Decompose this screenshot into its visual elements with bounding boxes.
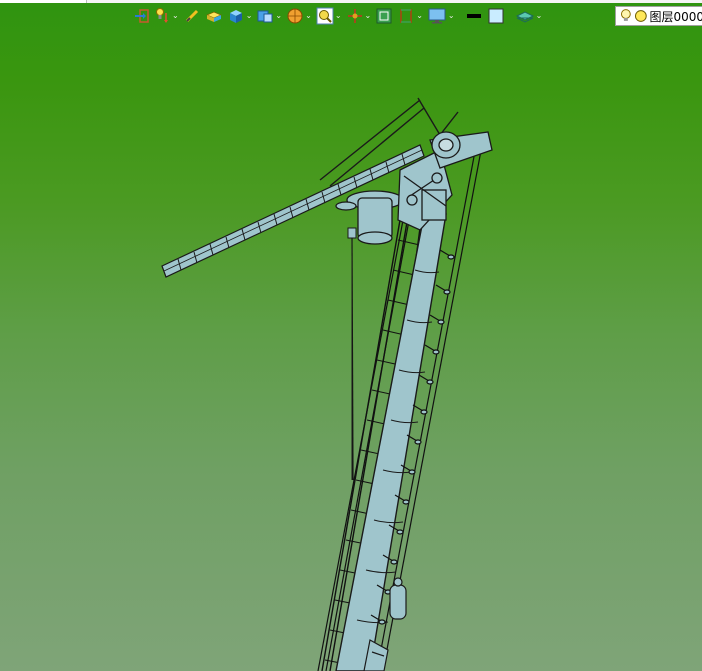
chevron-down-icon[interactable]: ⌄ bbox=[536, 5, 543, 27]
view-cube-icon bbox=[257, 10, 273, 23]
view-toolbar: ⌄ ⌄ ⌄ ⌄ ⌄ ⌄ ⌄ ⌄ ⌄ bbox=[132, 5, 543, 27]
document-tab[interactable] bbox=[0, 0, 87, 3]
section-icon bbox=[400, 9, 412, 23]
crane-model[interactable] bbox=[0, 0, 702, 671]
fit-frame-button[interactable] bbox=[374, 5, 394, 27]
box-yellow-icon bbox=[205, 11, 222, 22]
pen-icon bbox=[185, 9, 198, 23]
import-icon bbox=[135, 9, 149, 23]
chevron-down-icon[interactable]: ⌄ bbox=[365, 5, 372, 27]
frame-icon bbox=[376, 8, 392, 24]
layer-color-icon bbox=[634, 10, 647, 22]
screen-button[interactable]: ⌄ bbox=[426, 5, 456, 27]
lighting-button[interactable]: ⌄ bbox=[154, 5, 180, 27]
section-view-button[interactable]: ⌄ bbox=[396, 5, 424, 27]
sketch-button[interactable] bbox=[182, 5, 202, 27]
chevron-down-icon[interactable]: ⌄ bbox=[172, 5, 179, 27]
hook-line bbox=[347, 227, 357, 480]
cube-icon bbox=[229, 10, 242, 23]
fill-color-button[interactable] bbox=[486, 5, 506, 27]
chevron-down-icon[interactable]: ⌄ bbox=[335, 5, 342, 27]
axis-icon bbox=[347, 9, 362, 23]
line-color-button[interactable] bbox=[464, 5, 484, 27]
render-ball-icon bbox=[287, 8, 303, 24]
3d-viewport[interactable]: ⌄ ⌄ ⌄ ⌄ ⌄ ⌄ ⌄ ⌄ ⌄ 图层0000 bbox=[0, 0, 702, 671]
top-tab-strip bbox=[0, 0, 702, 3]
fill-color-icon bbox=[488, 8, 504, 24]
zoom-icon bbox=[316, 7, 334, 25]
solid-button[interactable] bbox=[204, 5, 224, 27]
chevron-down-icon[interactable]: ⌄ bbox=[305, 5, 312, 27]
chevron-down-icon[interactable]: ⌄ bbox=[275, 5, 282, 27]
chevron-down-icon[interactable]: ⌄ bbox=[246, 5, 253, 27]
layer-selector[interactable]: 图层0000 bbox=[615, 6, 702, 26]
layer-stack-icon bbox=[515, 11, 534, 23]
display-mode-button[interactable]: ⌄ bbox=[226, 5, 254, 27]
monitor-icon bbox=[428, 8, 446, 24]
light-bulb-icon bbox=[620, 9, 631, 21]
light-bulb-icon bbox=[156, 8, 168, 23]
chevron-down-icon[interactable]: ⌄ bbox=[448, 5, 455, 27]
zoom-button[interactable]: ⌄ bbox=[315, 5, 343, 27]
layer-name: 图层0000 bbox=[649, 9, 702, 24]
layer-manager-button[interactable]: ⌄ bbox=[514, 5, 544, 27]
chevron-down-icon[interactable]: ⌄ bbox=[416, 5, 423, 27]
standard-views-button[interactable]: ⌄ bbox=[255, 5, 283, 27]
axis-button[interactable]: ⌄ bbox=[345, 5, 373, 27]
counterweight bbox=[389, 577, 407, 620]
line-color-icon bbox=[466, 14, 481, 18]
render-style-button[interactable]: ⌄ bbox=[285, 5, 313, 27]
import-button[interactable] bbox=[132, 5, 152, 27]
